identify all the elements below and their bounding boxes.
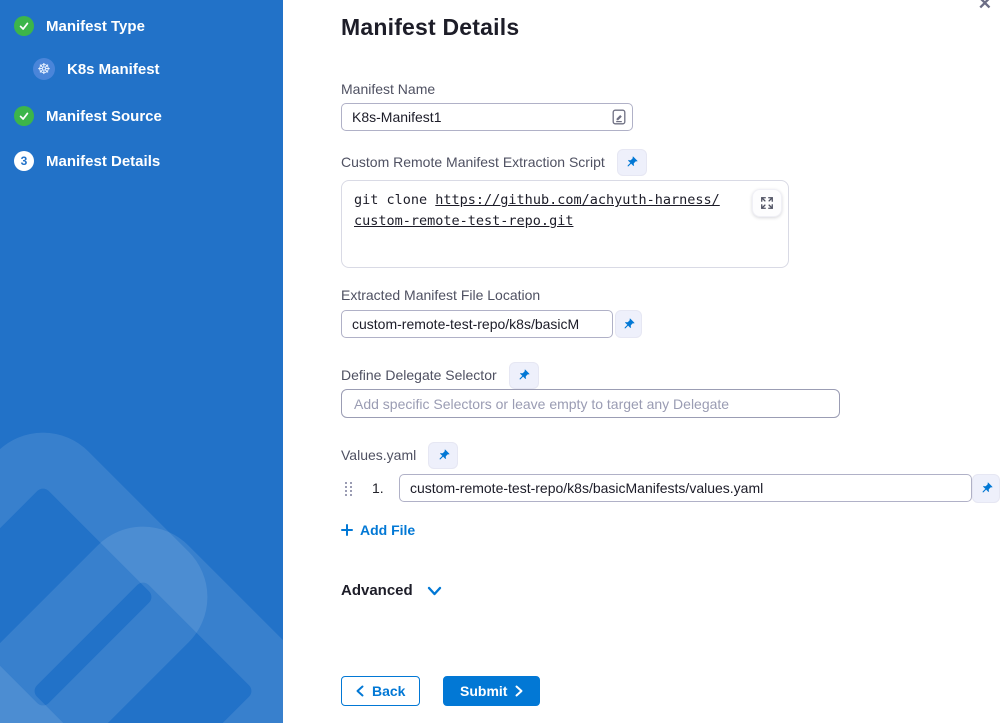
extraction-script-label: Custom Remote Manifest Extraction Script <box>341 154 605 170</box>
plus-icon <box>341 524 353 536</box>
check-circle-icon <box>14 16 34 36</box>
advanced-section-toggle[interactable]: Advanced <box>341 582 442 599</box>
add-file-label: Add File <box>360 522 415 538</box>
chevron-left-icon <box>356 685 364 697</box>
advanced-label: Advanced <box>341 582 413 599</box>
runtime-input-pin-icon[interactable] <box>615 310 642 338</box>
back-label: Back <box>372 683 405 699</box>
check-circle-icon <box>14 106 34 126</box>
extraction-script-editor[interactable]: git clone https://github.com/achyuth-har… <box>341 180 789 268</box>
page-title: Manifest Details <box>341 14 519 41</box>
file-location-label: Extracted Manifest File Location <box>341 287 540 303</box>
delegate-selector-input[interactable] <box>341 389 840 418</box>
wizard-sidebar: Manifest Type ☸ K8s Manifest Manifest So… <box>0 0 283 723</box>
add-file-button[interactable]: Add File <box>341 522 415 538</box>
runtime-input-pin-icon[interactable] <box>509 362 539 389</box>
script-text: git clone <box>354 192 435 208</box>
sidebar-step-k8s-manifest[interactable]: ☸ K8s Manifest <box>0 57 283 81</box>
sidebar-step-manifest-details[interactable]: 3 Manifest Details <box>0 149 283 173</box>
file-location-input[interactable] <box>341 310 613 338</box>
runtime-input-pin-icon[interactable] <box>428 442 458 469</box>
step-label: Manifest Source <box>46 108 162 125</box>
edit-id-icon[interactable] <box>612 109 626 130</box>
values-file-row: 1. <box>283 474 1008 503</box>
values-yaml-label: Values.yaml <box>341 447 416 463</box>
step-label: K8s Manifest <box>67 61 160 78</box>
runtime-input-pin-icon[interactable] <box>972 474 1000 503</box>
step-label: Manifest Type <box>46 18 145 35</box>
drag-handle-icon[interactable] <box>344 481 353 501</box>
manifest-details-dialog: Manifest Type ☸ K8s Manifest Manifest So… <box>0 0 1008 723</box>
script-link-text: custom-remote-test-repo.git <box>354 213 573 229</box>
script-link-text: https://github.com/achyuth-harness/ <box>435 192 719 208</box>
back-button[interactable]: Back <box>341 676 420 706</box>
step-label: Manifest Details <box>46 153 160 170</box>
delegate-selector-label: Define Delegate Selector <box>341 367 497 383</box>
submit-label: Submit <box>460 683 507 699</box>
kubernetes-icon: ☸ <box>33 58 55 80</box>
runtime-input-pin-icon[interactable] <box>617 149 647 176</box>
close-icon[interactable]: ✕ <box>978 0 992 14</box>
chevron-down-icon <box>427 585 442 597</box>
chevron-right-icon <box>515 685 523 697</box>
manifest-name-input[interactable] <box>341 103 633 131</box>
row-index: 1. <box>372 474 384 503</box>
manifest-details-panel: ✕ Manifest Details Manifest Name Custom … <box>283 0 1008 723</box>
values-file-path-input[interactable] <box>399 474 972 502</box>
sidebar-step-manifest-source[interactable]: Manifest Source <box>0 104 283 128</box>
sidebar-step-manifest-type[interactable]: Manifest Type <box>0 14 283 38</box>
step-number-badge: 3 <box>14 151 34 171</box>
manifest-name-label: Manifest Name <box>341 81 435 97</box>
submit-button[interactable]: Submit <box>443 676 540 706</box>
expand-editor-icon[interactable] <box>752 189 782 217</box>
